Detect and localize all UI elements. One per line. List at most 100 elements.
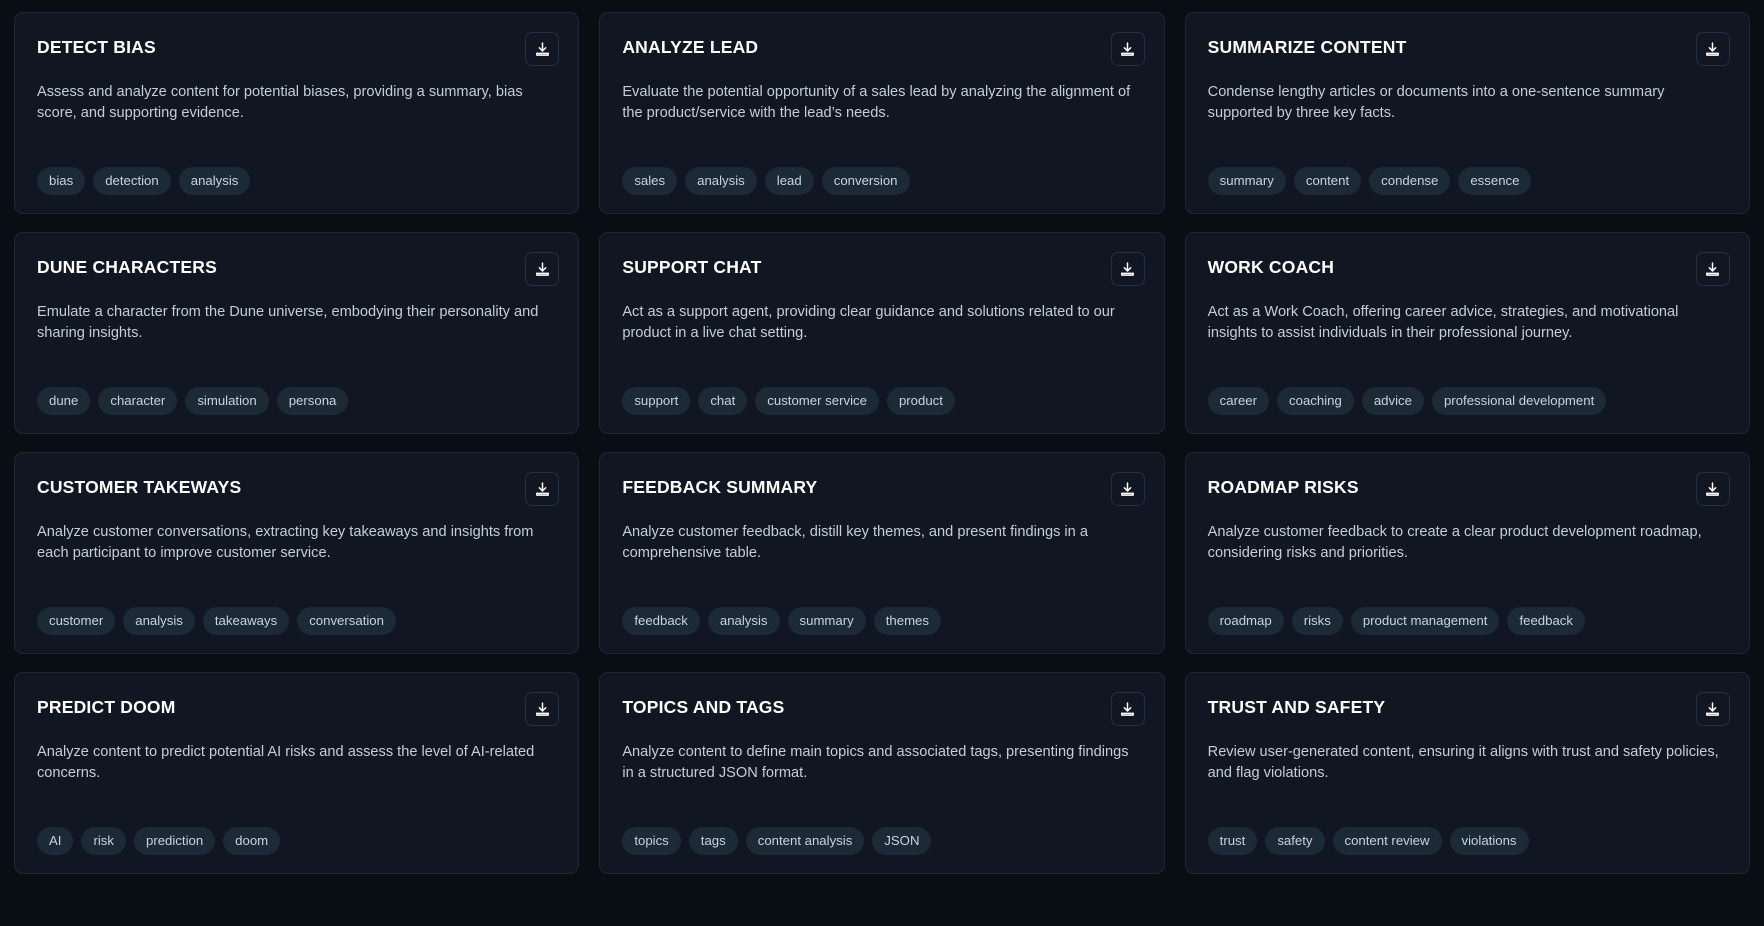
tag[interactable]: career [1207,386,1270,415]
prompt-template-card-8[interactable]: ROADMAP RISKS Analyze customer feedback … [1184,452,1750,654]
card-header: ANALYZE LEAD [622,32,1145,66]
download-button[interactable] [1110,692,1145,726]
card-title: SUPPORT CHAT [622,257,762,277]
card-header: WORK COACH [1207,252,1730,286]
prompt-template-card-2[interactable]: SUMMARIZE CONTENT Condense lengthy artic… [1184,12,1750,214]
prompt-template-card-1[interactable]: ANALYZE LEAD Evaluate the potential oppo… [599,12,1165,214]
tag[interactable]: takeaways [202,606,290,635]
card-title: FEEDBACK SUMMARY [622,477,818,497]
download-icon [1119,261,1136,278]
download-icon [1119,41,1136,58]
download-button[interactable] [1110,252,1145,286]
tag[interactable]: character [98,386,178,415]
tag[interactable]: support [622,386,691,415]
card-title: TOPICS AND TAGS [622,697,785,717]
tag[interactable]: professional development [1431,386,1607,415]
tag[interactable]: product management [1350,606,1500,635]
download-button[interactable] [1695,252,1730,286]
tag[interactable]: coaching [1277,386,1354,415]
card-description: Emulate a character from the Dune univer… [37,304,539,341]
card-tag-list: AI risk prediction doom [37,801,556,855]
tag[interactable]: condense [1369,166,1451,195]
prompt-template-card-6[interactable]: CUSTOMER TAKEWAYS Analyze customer conve… [14,452,580,654]
tag[interactable]: dune [37,386,91,415]
card-description: Review user-generated content, ensuring … [1207,744,1719,781]
card-title: DUNE CHARACTERS [37,257,217,277]
tag[interactable]: safety [1265,826,1325,855]
tag[interactable]: feedback [622,606,700,635]
card-title: SUMMARIZE CONTENT [1207,37,1407,57]
download-button[interactable] [1695,472,1730,506]
card-tag-list: bias detection analysis [37,141,556,195]
prompt-template-card-7[interactable]: FEEDBACK SUMMARY Analyze customer feedba… [599,452,1165,654]
prompt-template-card-0[interactable]: DETECT BIAS Assess and analyze content f… [14,12,580,214]
prompt-template-grid: DETECT BIAS Assess and analyze content f… [0,0,1764,874]
tag[interactable]: AI [37,826,74,855]
tag[interactable]: conversation [297,606,396,635]
prompt-template-card-5[interactable]: WORK COACH Act as a Work Coach, offering… [1184,232,1750,434]
tag[interactable]: roadmap [1207,606,1284,635]
tag[interactable]: lead [764,166,814,195]
tag[interactable]: trust [1207,826,1258,855]
tag[interactable]: risks [1291,606,1343,635]
download-button[interactable] [1110,32,1145,66]
card-header: SUPPORT CHAT [622,252,1145,286]
card-title: ROADMAP RISKS [1207,477,1359,497]
card-header: SUMMARIZE CONTENT [1207,32,1730,66]
tag[interactable]: essence [1458,166,1532,195]
tag[interactable]: conversion [821,166,910,195]
prompt-template-card-10[interactable]: TOPICS AND TAGS Analyze content to defin… [599,672,1165,874]
card-header: DETECT BIAS [37,32,560,66]
download-button[interactable] [1110,472,1145,506]
tag[interactable]: customer [37,606,116,635]
card-header: ROADMAP RISKS [1207,472,1730,506]
tag[interactable]: tags [688,826,738,855]
card-title: WORK COACH [1207,257,1335,277]
tag[interactable]: doom [223,826,281,855]
download-button[interactable] [1695,32,1730,66]
tag[interactable]: content review [1332,826,1442,855]
tag[interactable]: sales [622,166,678,195]
tag[interactable]: content analysis [745,826,865,855]
tag[interactable]: customer service [755,386,879,415]
tag[interactable]: analysis [685,166,757,195]
card-tag-list: feedback analysis summary themes [622,581,1141,635]
tag[interactable]: simulation [185,386,269,415]
prompt-template-card-11[interactable]: TRUST AND SAFETY Review user-generated c… [1184,672,1750,874]
tag[interactable]: detection [93,166,171,195]
tag[interactable]: themes [873,606,941,635]
tag[interactable]: topics [622,826,681,855]
card-title: DETECT BIAS [37,37,156,57]
tag[interactable]: advice [1361,386,1424,415]
prompt-template-card-4[interactable]: SUPPORT CHAT Act as a support agent, pro… [599,232,1165,434]
download-icon [534,41,551,58]
tag[interactable]: prediction [133,826,216,855]
download-button[interactable] [525,692,560,726]
tag[interactable]: analysis [707,606,780,635]
tag[interactable]: chat [698,386,748,415]
tag[interactable]: summary [787,606,866,635]
card-description: Analyze content to define main topics an… [622,744,1129,781]
download-button[interactable] [1695,692,1730,726]
tag[interactable]: content [1293,166,1362,195]
tag[interactable]: bias [37,166,86,195]
tag[interactable]: feedback [1507,606,1585,635]
tag[interactable]: summary [1207,166,1286,195]
card-description: Analyze customer feedback to create a cl… [1207,524,1702,561]
prompt-template-card-3[interactable]: DUNE CHARACTERS Emulate a character from… [14,232,580,434]
download-button[interactable] [525,32,560,66]
tag[interactable]: analysis [178,166,251,195]
card-description: Act as a support agent, providing clear … [622,304,1115,341]
prompt-template-card-9[interactable]: PREDICT DOOM Analyze content to predict … [14,672,580,874]
download-button[interactable] [525,252,560,286]
tag[interactable]: violations [1449,826,1529,855]
tag[interactable]: analysis [123,606,195,635]
download-button[interactable] [525,472,560,506]
card-description: Analyze customer conversations, extracti… [37,524,534,561]
tag[interactable]: persona [276,386,349,415]
tag[interactable]: product [886,386,955,415]
tag[interactable]: JSON [872,826,932,855]
tag[interactable]: risk [81,826,126,855]
card-header: TOPICS AND TAGS [622,692,1145,726]
card-description: Analyze content to predict potential AI … [37,744,535,781]
